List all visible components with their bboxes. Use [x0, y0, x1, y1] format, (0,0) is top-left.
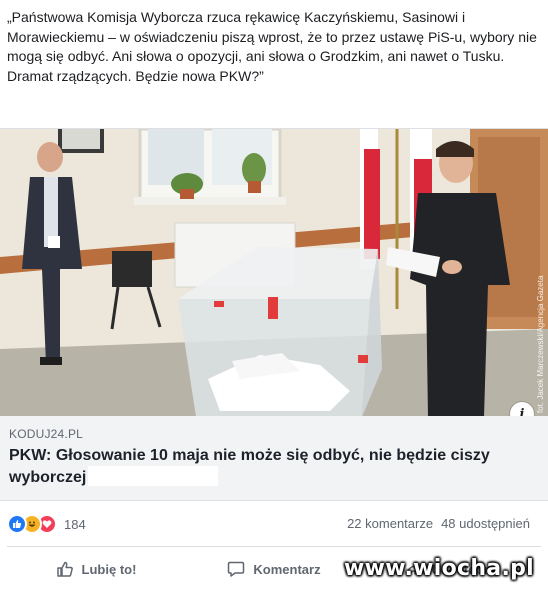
- like-icon: [7, 514, 27, 534]
- censor-bar: [88, 466, 219, 486]
- comment-label: Komentarz: [253, 561, 321, 577]
- comment-icon: [228, 561, 245, 577]
- like-label: Lubię to!: [81, 561, 137, 577]
- post-photo[interactable]: fot. Jacek Marczewski/Agencja Gazeta: [0, 128, 548, 416]
- thumbs-up-icon: [56, 561, 73, 577]
- photo-credit: fot. Jacek Marczewski/Agencja Gazeta: [536, 275, 545, 413]
- link-domain: KODUJ24.PL: [9, 427, 84, 441]
- reaction-count: 184: [64, 516, 86, 532]
- comment-button[interactable]: Komentarz: [185, 547, 363, 591]
- link-preview[interactable]: KODUJ24.PL PKW: Głosowanie 10 maja nie m…: [0, 416, 548, 501]
- link-title[interactable]: PKW: Głosowanie 10 maja nie może się odb…: [9, 445, 509, 488]
- reaction-stats: 184 22 komentarze 48 udostępnień: [0, 504, 548, 542]
- reaction-summary[interactable]: 184: [7, 514, 86, 534]
- watermark: www.wiocha.pl: [344, 556, 534, 581]
- polling-station-photo: fot. Jacek Marczewski/Agencja Gazeta: [0, 129, 548, 416]
- comment-count[interactable]: 22 komentarze: [347, 516, 433, 531]
- link-title-text: PKW: Głosowanie 10 maja nie może się odb…: [9, 447, 490, 486]
- post-text: „Państwowa Komisja Wyborcza rzuca rękawi…: [7, 9, 537, 84]
- engagement-counts: 22 komentarze 48 udostępnień: [347, 516, 530, 531]
- share-count[interactable]: 48 udostępnień: [441, 516, 530, 531]
- like-button[interactable]: Lubię to!: [7, 547, 185, 591]
